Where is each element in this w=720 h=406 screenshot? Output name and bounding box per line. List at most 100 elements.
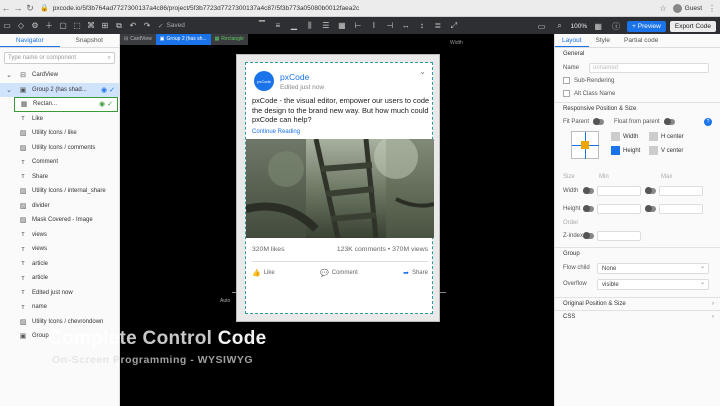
gear-icon[interactable]: ⚙ — [28, 19, 42, 33]
layer-item[interactable]: ▨ Mask Covered - Image — [0, 213, 119, 228]
layer-item[interactable]: ▨ Utility Icons / chevrondown — [0, 315, 119, 330]
alt-class-checkbox[interactable] — [563, 90, 570, 97]
box-icon[interactable]: ▢ — [56, 19, 70, 33]
layer-item[interactable]: ᴛ article — [0, 271, 119, 286]
check-icon[interactable]: ✓ — [107, 100, 113, 108]
tab-snapshot[interactable]: Snapshot — [60, 34, 120, 47]
tab-navigator[interactable]: Navigator — [0, 34, 60, 47]
layer-item[interactable]: ⌄ ⊟ CardView — [0, 68, 119, 83]
align-middle-icon[interactable]: ≡ — [271, 19, 285, 33]
back-icon[interactable]: ← — [0, 2, 12, 14]
address-bar[interactable]: 🔒 pxcode.io/5f3b764ad7727300137a4c86/pro… — [40, 2, 659, 14]
height-max-toggle[interactable] — [645, 205, 656, 212]
v-center-icon[interactable] — [649, 146, 658, 155]
chevron-down-icon[interactable]: ⌄ — [419, 67, 426, 76]
menu-icon[interactable]: ⋮ — [708, 4, 716, 13]
comment-button[interactable]: 💬 Comment — [320, 269, 358, 277]
undo-icon[interactable]: ↶ — [126, 19, 140, 33]
chevron-down-icon[interactable]: ⌄ — [4, 86, 14, 94]
align-right-icon[interactable]: ⊣ — [383, 19, 397, 33]
chevron-down-icon[interactable]: ⌄ — [4, 71, 14, 79]
card-name[interactable]: pxCode — [280, 72, 324, 82]
layer-item[interactable]: ᴛ article — [0, 257, 119, 272]
star-icon[interactable]: ☆ — [659, 4, 666, 13]
eye-icon[interactable]: ◉ — [99, 100, 105, 108]
check-icon[interactable]: ✓ — [109, 86, 115, 94]
align-left-icon[interactable]: ⊢ — [351, 19, 365, 33]
sub-rendering-checkbox[interactable] — [563, 77, 570, 84]
add-icon[interactable]: ＋ — [42, 19, 56, 33]
space-v-icon[interactable]: ↕ — [415, 19, 429, 33]
height-mode-icon[interactable] — [611, 146, 620, 155]
anchor-box[interactable] — [571, 131, 599, 159]
info-icon[interactable]: ⓘ — [609, 19, 623, 33]
responsive-section-title[interactable]: Responsive Position & Size — [555, 102, 720, 115]
align-bottom-icon[interactable]: ▁ — [287, 19, 301, 33]
zindex-toggle[interactable] — [583, 232, 594, 239]
width-max-toggle[interactable] — [645, 187, 656, 194]
card-view[interactable]: pxCode pxCode Edited just now ⌄ pxCode -… — [245, 62, 434, 314]
css-section[interactable]: CSS › — [555, 310, 720, 323]
design-canvas[interactable]: ⊟ CardView ▣ Group 2 (has sh... ▦ Rectangle… — [120, 34, 554, 406]
redo-icon[interactable]: ↷ — [140, 19, 154, 33]
breadcrumb-rectangle[interactable]: ▦ Rectangle — [211, 34, 248, 45]
grid-layout-icon[interactable]: ▦ — [335, 19, 349, 33]
link-icon[interactable]: ⌘ — [84, 19, 98, 33]
expand-icon[interactable]: ⤢ — [447, 19, 461, 33]
layer-item[interactable]: ▨ Utility Icons / comments — [0, 141, 119, 156]
continue-reading-link[interactable]: Continue Reading — [252, 129, 300, 135]
width-min-input[interactable] — [597, 186, 641, 196]
like-button[interactable]: 👍 Like — [252, 269, 275, 277]
group-section-title[interactable]: Group — [555, 247, 720, 260]
space-h-icon[interactable]: ↔ — [399, 19, 413, 33]
breadcrumb-group[interactable]: ▣ Group 2 (has sh... — [155, 34, 211, 45]
height-min-toggle[interactable] — [583, 205, 594, 212]
layer-item[interactable]: ᴛ Share — [0, 170, 119, 185]
layer-item[interactable]: ᴛ Comment — [0, 155, 119, 170]
height-max-input[interactable] — [659, 204, 703, 214]
grid-icon[interactable]: ▦ — [591, 19, 605, 33]
forward-icon[interactable]: → — [12, 2, 24, 14]
name-input[interactable]: unnamed — [589, 62, 709, 73]
zoom-level[interactable]: 100% — [571, 23, 588, 30]
layer-item[interactable]: ▦ Rectan... ◉ ✓ — [14, 97, 118, 112]
tab-layout[interactable]: Layout — [555, 34, 589, 47]
share-button[interactable]: ➦ Share — [403, 269, 428, 277]
tab-style[interactable]: Style — [589, 34, 617, 47]
distribute-h-icon[interactable]: ⫼ — [303, 19, 317, 33]
align-top-icon[interactable]: ▔ — [255, 19, 269, 33]
general-section-title[interactable]: General — [555, 48, 720, 61]
layer-item[interactable]: ▣ Group — [0, 329, 119, 344]
overflow-select[interactable]: visible — [597, 278, 709, 290]
tab-partial-code[interactable]: Partial code — [617, 34, 665, 47]
export-code-button[interactable]: Export Code — [669, 20, 716, 32]
artboard[interactable]: pxCode pxCode Edited just now ⌄ pxCode -… — [236, 54, 440, 322]
layer-item[interactable]: ▨ Utility Icons / internal_share — [0, 184, 119, 199]
layer-item[interactable]: ᴛ views — [0, 228, 119, 243]
layer-item[interactable]: ᴛ Edited just now — [0, 286, 119, 301]
layer-search-input[interactable]: Type name or component ⌕ — [4, 52, 115, 64]
breadcrumb-cardview[interactable]: ⊟ CardView — [120, 34, 156, 45]
layer-item[interactable]: ⌄ ▣ Group 2 (has shad... ◉ ✓ — [0, 82, 119, 97]
layer-item[interactable]: ᴛ name — [0, 300, 119, 315]
profile-button[interactable]: Guest — [672, 3, 702, 13]
eye-icon[interactable]: ◉ — [101, 86, 107, 94]
layer-item[interactable]: ▨ divider — [0, 199, 119, 214]
fit-parent-toggle[interactable] — [593, 117, 605, 125]
align-center-icon[interactable]: I — [367, 19, 381, 33]
settings-icon[interactable]: ◇ — [14, 19, 28, 33]
height-min-input[interactable] — [597, 204, 641, 214]
preview-button[interactable]: + Preview — [627, 20, 666, 32]
crop-icon[interactable]: ⬚ — [70, 19, 84, 33]
width-max-input[interactable] — [659, 186, 703, 196]
h-center-icon[interactable] — [649, 132, 658, 141]
original-position-section[interactable]: Original Position & Size › — [555, 297, 720, 310]
file-icon[interactable]: ▭ — [0, 19, 14, 33]
help-icon[interactable]: ? — [704, 117, 712, 126]
layer-item[interactable]: ᴛ views — [0, 242, 119, 257]
code-icon[interactable]: ⧉ — [112, 19, 126, 33]
stack-icon[interactable]: ≣ — [431, 19, 445, 33]
layer-item[interactable]: ▨ Utility Icons / like — [0, 126, 119, 141]
distribute-v-icon[interactable]: ☰ — [319, 19, 333, 33]
float-parent-toggle[interactable] — [663, 117, 675, 125]
